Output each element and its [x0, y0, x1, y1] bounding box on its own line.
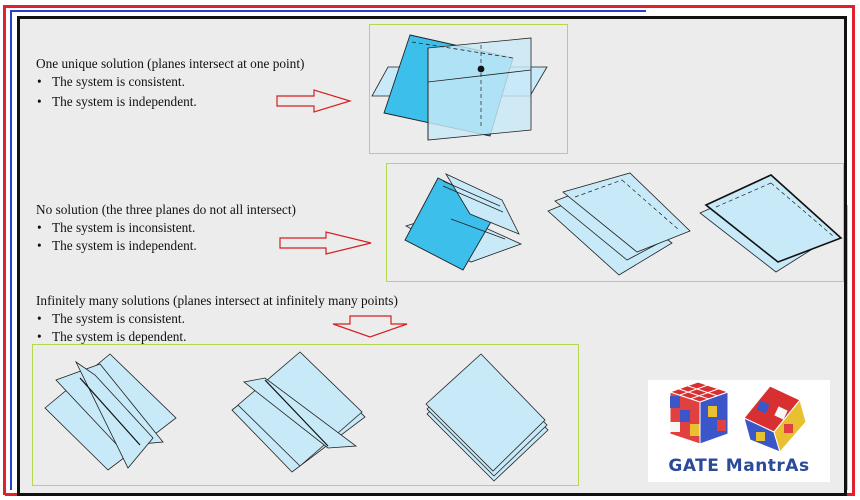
- rubiks-cube-icon: [668, 381, 807, 454]
- gate-mantras-logo: GATE MantrAs: [648, 380, 830, 482]
- logo-text: GATE MantrAs: [668, 456, 810, 476]
